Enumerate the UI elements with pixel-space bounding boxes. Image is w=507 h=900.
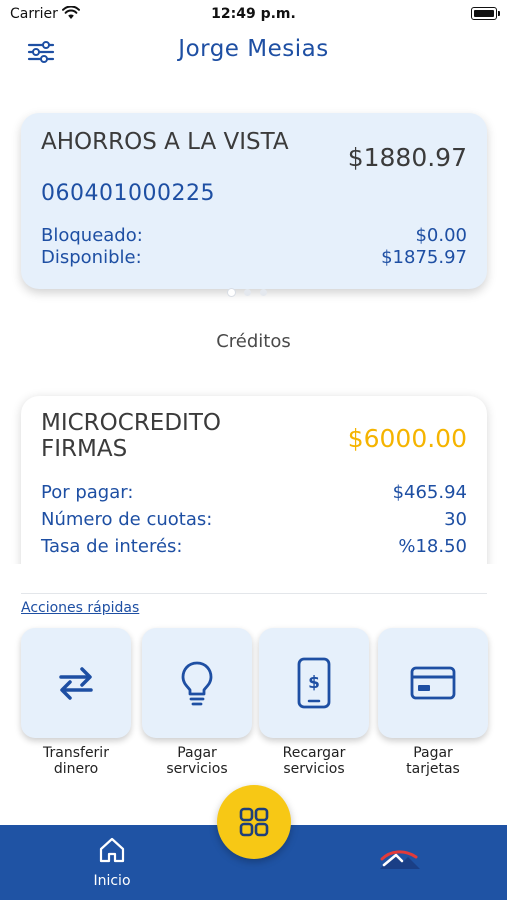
label-line: tarjetas xyxy=(406,761,460,777)
carousel-dot[interactable] xyxy=(244,289,251,296)
transfer-label: Transferir dinero xyxy=(21,745,131,777)
home-icon xyxy=(99,837,125,863)
lightbulb-icon xyxy=(181,661,213,706)
recharge-services-button[interactable]: $ Recargar servicios xyxy=(259,628,369,777)
transfer-money-button[interactable]: Transferir dinero xyxy=(21,628,131,777)
pay-cards-tile[interactable] xyxy=(378,628,488,738)
available-row: Disponible: $1875.97 xyxy=(41,247,467,268)
blocked-value: $0.00 xyxy=(415,225,467,246)
pay-cards-button[interactable]: Pagar tarjetas xyxy=(378,628,488,777)
pay-services-label: Pagar servicios xyxy=(142,745,252,777)
credit-card-icon xyxy=(410,666,456,700)
carousel-dot[interactable] xyxy=(228,289,235,296)
battery-icon xyxy=(471,7,500,20)
label-line: dinero xyxy=(53,761,99,777)
blocked-row: Bloqueado: $0.00 xyxy=(41,225,467,246)
carousel-dot[interactable] xyxy=(260,289,267,296)
pay-services-button[interactable]: Pagar servicios xyxy=(142,628,252,777)
nav-home-label: Inicio xyxy=(93,873,131,889)
available-value: $1875.97 xyxy=(381,247,467,268)
pay-services-tile[interactable] xyxy=(142,628,252,738)
header: Jorge Mesias xyxy=(0,30,507,74)
nav-home[interactable]: Inicio xyxy=(80,835,144,895)
blocked-label: Bloqueado: xyxy=(41,225,143,246)
pending-value: $465.94 xyxy=(392,482,467,503)
installments-value: 30 xyxy=(444,509,467,530)
account-balance: $1880.97 xyxy=(347,143,467,172)
savings-account-card[interactable]: AHORROS A LA VISTA 060401000225 $1880.97… xyxy=(21,113,487,289)
credits-list[interactable]: MICROCREDITO FIRMAS $6000.00 Por pagar: … xyxy=(0,380,507,564)
account-name: AHORROS A LA VISTA xyxy=(41,129,289,155)
quick-actions-link[interactable]: Acciones rápidas xyxy=(21,600,139,616)
recharge-tile[interactable]: $ xyxy=(259,628,369,738)
label-line: Pagar xyxy=(413,745,453,761)
interest-label: Tasa de interés: xyxy=(41,536,183,557)
pay-cards-label: Pagar tarjetas xyxy=(378,745,488,777)
credit-card[interactable]: MICROCREDITO FIRMAS $6000.00 Por pagar: … xyxy=(21,396,487,564)
label-line: servicios xyxy=(283,761,345,777)
label-line: Transferir xyxy=(43,745,109,761)
transfer-arrows-icon xyxy=(59,667,93,700)
phone-dollar-icon: $ xyxy=(297,657,331,709)
credit-amount: $6000.00 xyxy=(347,424,467,453)
label-line: Recargar xyxy=(282,745,346,761)
available-label: Disponible: xyxy=(41,247,142,268)
menu-fab[interactable] xyxy=(217,785,291,859)
interest-value: %18.50 xyxy=(398,536,467,557)
label-line: Pagar xyxy=(177,745,217,761)
label-line: servicios xyxy=(166,761,228,777)
installments-row: Número de cuotas: 30 xyxy=(41,509,467,530)
page-title: Jorge Mesias xyxy=(178,36,329,62)
interest-row: Tasa de interés: %18.50 xyxy=(41,536,467,557)
divider xyxy=(21,593,487,594)
mountain-logo-icon[interactable] xyxy=(378,843,422,879)
status-bar: Carrier 12:49 p.m. xyxy=(0,0,507,28)
pending-label: Por pagar: xyxy=(41,482,134,503)
installments-label: Número de cuotas: xyxy=(41,509,213,530)
account-number: 060401000225 xyxy=(41,181,215,206)
status-time: 12:49 p.m. xyxy=(211,6,296,22)
carousel-indicator[interactable] xyxy=(228,289,267,296)
recharge-label: Recargar servicios xyxy=(259,745,369,777)
credit-name: MICROCREDITO FIRMAS xyxy=(41,410,221,462)
grid-icon xyxy=(239,807,269,837)
svg-text:$: $ xyxy=(308,673,320,693)
pending-row: Por pagar: $465.94 xyxy=(41,482,467,503)
credits-section-title: Créditos xyxy=(216,331,291,352)
transfer-tile[interactable] xyxy=(21,628,131,738)
